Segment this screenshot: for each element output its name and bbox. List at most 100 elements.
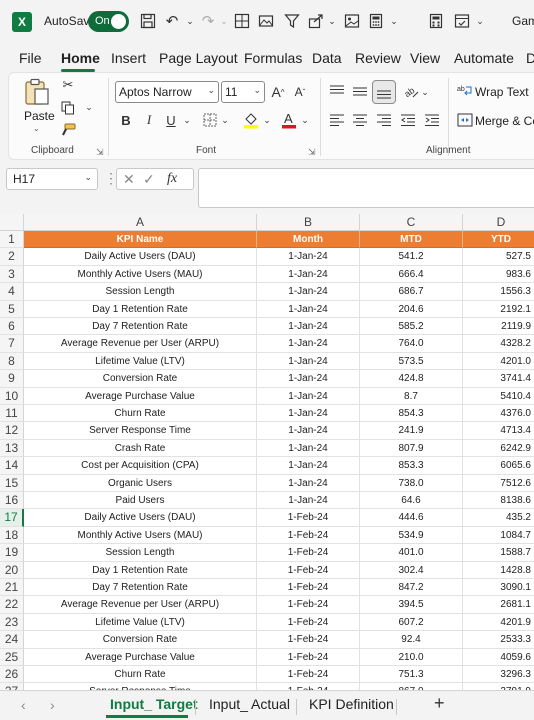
- table-cell[interactable]: 302.4: [360, 561, 463, 579]
- row-number[interactable]: 25: [0, 648, 24, 666]
- table-cell[interactable]: 1-Feb-24: [257, 613, 360, 632]
- share-dropdown-icon[interactable]: ⌄: [322, 11, 342, 31]
- scroll-right-icon[interactable]: ›: [50, 697, 55, 713]
- table-cell[interactable]: 1-Feb-24: [257, 561, 360, 579]
- table-cell[interactable]: Server Response Time: [24, 422, 257, 440]
- select-all-corner[interactable]: [0, 214, 24, 231]
- orientation-dropdown-icon[interactable]: ⌄: [420, 84, 430, 100]
- table-cell[interactable]: 1556.3: [463, 283, 534, 301]
- table-cell[interactable]: 847.2: [360, 579, 463, 597]
- table-cell[interactable]: 4201.9: [463, 614, 534, 632]
- column-header-b[interactable]: B: [257, 214, 360, 231]
- table-cell[interactable]: Lifetime Value (LTV): [24, 352, 257, 371]
- copy-icon[interactable]: [60, 99, 76, 117]
- row-number[interactable]: 16: [0, 492, 24, 510]
- table-cell[interactable]: 64.6: [360, 492, 463, 510]
- table-cell[interactable]: 1084.7: [463, 527, 534, 545]
- tab-view[interactable]: View: [410, 50, 440, 66]
- table-cell[interactable]: 1-Jan-24: [257, 335, 360, 353]
- row-number[interactable]: 9: [0, 370, 24, 388]
- table-cell[interactable]: 1-Jan-24: [257, 283, 360, 301]
- tab-data[interactable]: Data: [312, 50, 342, 66]
- worksheet-grid[interactable]: A B C D 1 KPI Name Month MTD YTD 2 Daily …: [0, 214, 534, 690]
- row-number[interactable]: 3: [0, 265, 24, 284]
- enter-icon[interactable]: ✓: [143, 171, 155, 188]
- table-cell[interactable]: Churn Rate: [24, 666, 257, 684]
- table-cell[interactable]: 394.5: [360, 596, 463, 614]
- fill-color-icon[interactable]: [242, 110, 260, 130]
- merge-center-button[interactable]: Merge & Ce: [475, 114, 534, 128]
- table-cell[interactable]: 2533.3: [463, 631, 534, 649]
- header-cell-ytd[interactable]: YTD: [463, 231, 534, 249]
- decrease-font-size-icon[interactable]: Aˇ: [292, 82, 308, 102]
- row-number[interactable]: 15: [0, 474, 24, 492]
- row-number[interactable]: 12: [0, 422, 24, 440]
- table-cell[interactable]: 1-Jan-24: [257, 265, 360, 284]
- copy-dropdown-icon[interactable]: ⌄: [84, 100, 94, 114]
- add-sheet-button[interactable]: +: [434, 693, 445, 714]
- table-cell[interactable]: 983.6: [463, 266, 534, 284]
- borders-dropdown-icon[interactable]: ⌄: [220, 112, 230, 128]
- row-number[interactable]: 13: [0, 439, 24, 458]
- table-cell[interactable]: 1-Jan-24: [257, 439, 360, 458]
- align-middle-icon[interactable]: [351, 82, 369, 100]
- table-cell[interactable]: 1-Jan-24: [257, 300, 360, 318]
- table-cell[interactable]: 241.9: [360, 422, 463, 440]
- row-number[interactable]: 4: [0, 283, 24, 301]
- table-cell[interactable]: 1-Feb-24: [257, 666, 360, 684]
- tab-page-layout[interactable]: Page Layout: [159, 50, 238, 66]
- table-cell[interactable]: Paid Users: [24, 492, 257, 510]
- table-cell[interactable]: 444.6: [360, 509, 463, 527]
- table-cell[interactable]: Average Purchase Value: [24, 648, 257, 666]
- row-number[interactable]: 1: [0, 231, 24, 249]
- tab-home[interactable]: Home: [61, 50, 100, 66]
- row-number[interactable]: 8: [0, 352, 24, 371]
- paste-icon[interactable]: [24, 78, 50, 106]
- table-cell[interactable]: 2119.9: [463, 318, 534, 336]
- table-cell[interactable]: 1-Feb-24: [257, 544, 360, 562]
- table-cell[interactable]: 1-Jan-24: [257, 457, 360, 475]
- table-cell[interactable]: Day 7 Retention Rate: [24, 318, 257, 336]
- row-number[interactable]: 27: [0, 683, 24, 690]
- table-cell[interactable]: Organic Users: [24, 474, 257, 492]
- table-cell[interactable]: Day 7 Retention Rate: [24, 579, 257, 597]
- table-cell[interactable]: 1-Jan-24: [257, 405, 360, 423]
- row-number[interactable]: 7: [0, 335, 24, 353]
- decrease-indent-icon[interactable]: [399, 111, 417, 129]
- row-number[interactable]: 2: [0, 248, 24, 266]
- table-cell[interactable]: 764.0: [360, 335, 463, 353]
- paste-button[interactable]: Paste: [24, 109, 55, 123]
- tab-formulas[interactable]: Formulas: [244, 50, 302, 66]
- table-cell[interactable]: 738.0: [360, 474, 463, 492]
- table-cell[interactable]: Average Revenue per User (ARPU): [24, 596, 257, 614]
- table-cell[interactable]: 1-Jan-24: [257, 387, 360, 405]
- bold-button[interactable]: B: [118, 111, 134, 129]
- table-cell[interactable]: Crash Rate: [24, 439, 257, 458]
- table-cell[interactable]: 2192.1: [463, 301, 534, 318]
- table-cell[interactable]: 1428.8: [463, 562, 534, 579]
- table-cell[interactable]: 1-Feb-24: [257, 683, 360, 690]
- cancel-icon[interactable]: ✕: [123, 171, 135, 188]
- column-header-a[interactable]: A: [24, 214, 257, 231]
- table-cell[interactable]: 1-Jan-24: [257, 474, 360, 492]
- header-cell-month[interactable]: Month: [257, 231, 360, 249]
- table-cell[interactable]: Monthly Active Users (MAU): [24, 526, 257, 545]
- table-cell[interactable]: 92.4: [360, 631, 463, 649]
- table-cell[interactable]: 6065.6: [463, 457, 534, 475]
- table-cell[interactable]: 4059.6: [463, 649, 534, 666]
- table-cell[interactable]: 1-Jan-24: [257, 352, 360, 371]
- table-cell[interactable]: 424.8: [360, 370, 463, 388]
- table-cell[interactable]: 5410.4: [463, 388, 534, 405]
- table-cell[interactable]: Churn Rate: [24, 405, 257, 423]
- table-cell[interactable]: Daily Active Users (DAU): [24, 248, 257, 266]
- table-cell[interactable]: 1-Feb-24: [257, 631, 360, 649]
- scroll-left-icon[interactable]: ‹: [21, 697, 26, 713]
- font-size-select[interactable]: 11 ⌄: [221, 81, 265, 103]
- cut-icon[interactable]: ✂: [60, 76, 76, 94]
- table-cell[interactable]: 807.9: [360, 439, 463, 458]
- table-cell[interactable]: 6242.9: [463, 440, 534, 458]
- table-cell[interactable]: 2681.1: [463, 596, 534, 614]
- orientation-icon[interactable]: ab: [402, 82, 420, 100]
- row-number[interactable]: 5: [0, 300, 24, 318]
- fill-color-dropdown-icon[interactable]: ⌄: [262, 112, 272, 128]
